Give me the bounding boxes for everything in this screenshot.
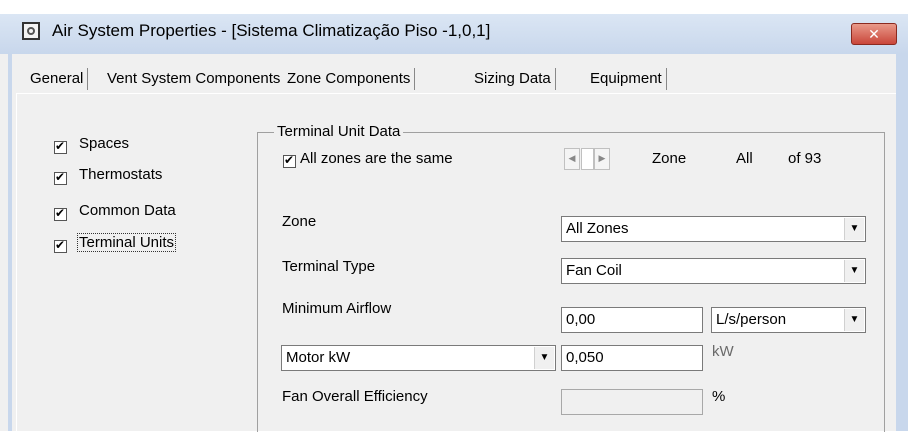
motor-param-select[interactable]: Motor kW ▼: [281, 345, 556, 371]
fan-efficiency-label: Fan Overall Efficiency: [282, 388, 428, 405]
terminal-type-value: Fan Coil: [566, 262, 622, 279]
tab-equipment[interactable]: Equipment: [586, 68, 667, 90]
app-icon: [22, 22, 40, 40]
motor-unit-label: kW: [712, 343, 734, 360]
zone-spinner[interactable]: ◀ ▶: [564, 148, 610, 172]
window-frame-right: [896, 54, 908, 431]
terminal-units-label: Terminal Units: [77, 233, 177, 252]
spinner-right-icon[interactable]: ▶: [594, 148, 610, 170]
zone-nav-label: Zone: [652, 150, 687, 167]
chevron-down-icon[interactable]: ▼: [844, 218, 864, 240]
thermostats-checkbox[interactable]: [54, 170, 67, 185]
terminal-type-label: Terminal Type: [282, 258, 376, 275]
chevron-down-icon[interactable]: ▼: [844, 260, 864, 282]
common-data-label: Common Data: [79, 202, 176, 219]
terminal-type-select[interactable]: Fan Coil ▼: [561, 258, 866, 284]
chevron-down-icon[interactable]: ▼: [844, 309, 864, 331]
tab-sizing-data[interactable]: Sizing Data: [470, 68, 556, 90]
thermostats-label: Thermostats: [79, 166, 163, 183]
close-button[interactable]: ✕: [851, 23, 897, 45]
zone-select[interactable]: All Zones ▼: [561, 216, 866, 242]
spaces-checkbox[interactable]: [54, 139, 67, 154]
groupbox-title: Terminal Unit Data: [274, 123, 404, 140]
airflow-unit-select[interactable]: L/s/person ▼: [711, 307, 866, 333]
chevron-down-icon[interactable]: ▼: [534, 347, 554, 369]
all-zones-same-checkbox[interactable]: [283, 153, 296, 168]
fan-efficiency-input[interactable]: [561, 389, 703, 415]
minimum-airflow-input[interactable]: 0,00: [561, 307, 703, 333]
tab-general[interactable]: General: [26, 68, 89, 90]
spinner-left-icon[interactable]: ◀: [564, 148, 580, 170]
tab-zone-components[interactable]: Zone Components: [283, 68, 416, 90]
spaces-label: Spaces: [79, 135, 130, 152]
motor-kw-input[interactable]: 0,050: [561, 345, 703, 371]
fan-efficiency-unit: %: [712, 388, 726, 405]
window-title: Air System Properties - [Sistema Climati…: [52, 21, 491, 40]
common-data-checkbox[interactable]: [54, 206, 67, 221]
zone-label: Zone: [282, 213, 317, 230]
zone-nav-count: of 93: [788, 150, 822, 167]
airflow-unit-value: L/s/person: [716, 311, 787, 328]
motor-param-value: Motor kW: [286, 349, 351, 366]
title-bar: Air System Properties - [Sistema Climati…: [0, 14, 908, 55]
minimum-airflow-label: Minimum Airflow: [282, 300, 392, 317]
zone-select-value: All Zones: [566, 220, 629, 237]
spinner-thumb[interactable]: [581, 148, 594, 170]
terminal-units-checkbox[interactable]: [54, 238, 67, 253]
zone-nav-value: All: [736, 150, 753, 167]
tab-vent-system-components[interactable]: Vent System Components: [103, 68, 286, 90]
all-zones-same-label: All zones are the same: [300, 150, 453, 167]
window-frame-left: [8, 54, 12, 431]
